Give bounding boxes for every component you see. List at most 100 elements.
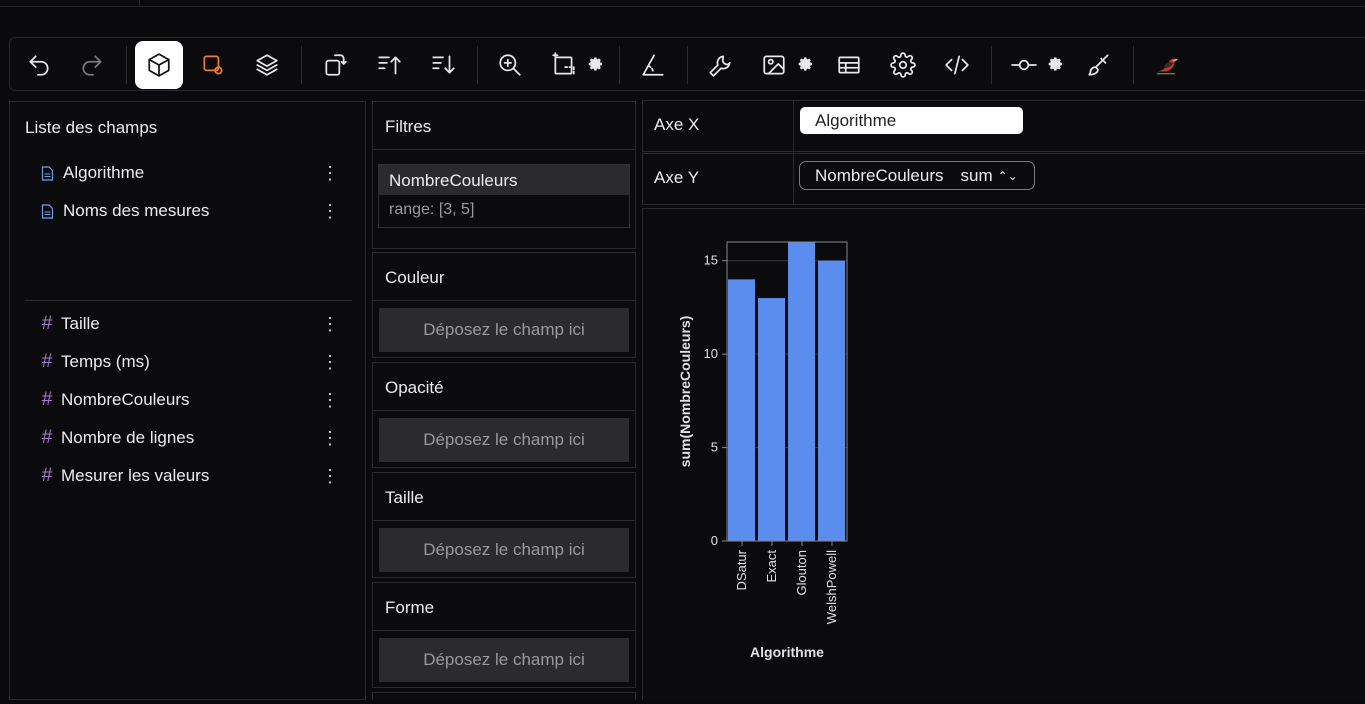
field-item-nombre-de-lignes[interactable]: # Nombre de lignes ⋮ <box>39 425 339 451</box>
layers-icon <box>256 54 278 76</box>
shape-drop-zone[interactable]: Déposez le champ ici <box>379 638 629 682</box>
settings-button[interactable] <box>879 41 927 89</box>
chart-area: 0 5 10 15 DSatur Exact Glouton WelshPowell Algor… <box>642 208 1365 700</box>
field-label: Mesurer les valeurs <box>61 466 210 485</box>
sort-descending-icon <box>432 55 455 74</box>
aggregation-select[interactable]: sum <box>961 166 993 186</box>
y-tick-label: 10 <box>704 346 718 361</box>
axis-button[interactable] <box>629 41 677 89</box>
field-list-panel: Liste des champs Algorithme ⋮ Noms des m… <box>9 101 366 700</box>
code-icon <box>945 55 969 75</box>
image-settings-button[interactable] <box>798 56 814 72</box>
color-drop-zone[interactable]: Déposez le champ ici <box>379 308 629 352</box>
more-options-icon[interactable]: ⋮ <box>321 311 339 337</box>
resize-settings-button[interactable] <box>588 56 604 72</box>
mark-type-button[interactable] <box>135 41 183 89</box>
x-axis-field-pill[interactable]: Algorithme <box>800 107 1023 134</box>
more-options-icon[interactable]: ⋮ <box>321 425 339 451</box>
hash-icon: # <box>41 427 53 448</box>
cube-icon <box>148 53 170 77</box>
brush-icon <box>1088 54 1109 76</box>
code-button[interactable] <box>933 41 981 89</box>
document-icon <box>39 203 55 219</box>
bar-chart: 0 5 10 15 DSatur Exact Glouton WelshPowell Algor… <box>677 241 848 660</box>
x-tick-label: WelshPowell <box>824 550 839 624</box>
brush-button[interactable] <box>1075 41 1123 89</box>
bar <box>728 279 755 541</box>
gear-small-icon <box>588 57 602 71</box>
top-tab-strip <box>0 0 1365 7</box>
more-options-icon[interactable]: ⋮ <box>321 463 339 489</box>
logo-button[interactable] <box>1143 41 1191 89</box>
y-axis-label: Axe Y <box>654 168 700 187</box>
redo-button[interactable] <box>68 41 116 89</box>
table-icon <box>838 56 860 74</box>
resize-icon <box>552 52 575 77</box>
size-title: Taille <box>373 473 635 521</box>
color-section: Couleur Déposez le champ ici <box>372 252 636 358</box>
opacity-title: Opacité <box>373 363 635 411</box>
undo-icon <box>29 55 49 76</box>
y-axis-title: sum(NombreCouleurs) <box>677 316 693 468</box>
field-label: Noms des mesures <box>63 201 210 220</box>
filter-item[interactable]: NombreCouleurs range: [3, 5] <box>378 164 630 228</box>
field-item-noms-des-mesures[interactable]: Noms des mesures ⋮ <box>39 198 339 224</box>
hash-icon: # <box>41 351 53 372</box>
field-list-title: Liste des champs <box>25 118 158 137</box>
field-item-algorithme[interactable]: Algorithme ⋮ <box>39 160 339 186</box>
zoom-button[interactable] <box>486 41 534 89</box>
more-options-icon[interactable]: ⋮ <box>321 349 339 375</box>
more-options-icon[interactable]: ⋮ <box>321 198 339 224</box>
field-item-mesurer-les-valeurs[interactable]: # Mesurer les valeurs ⋮ <box>39 463 339 489</box>
chevron-up-down-icon[interactable]: ⌃⌄ <box>998 169 1018 183</box>
export-image-button[interactable] <box>750 41 798 89</box>
resize-button[interactable] <box>540 41 588 89</box>
x-axis-row: Axe X Algorithme <box>642 100 1365 153</box>
layers-button[interactable] <box>243 41 291 89</box>
image-icon <box>763 55 785 75</box>
x-tick-label: Exact <box>764 550 779 583</box>
commit-settings-button[interactable] <box>1048 56 1064 72</box>
field-divider <box>25 300 352 301</box>
filter-range: range: [3, 5] <box>389 201 475 218</box>
gear-icon <box>890 52 916 78</box>
size-drop-zone[interactable]: Déposez le champ ici <box>379 528 629 572</box>
field-label: NombreCouleurs <box>61 390 190 409</box>
opacity-drop-zone[interactable]: Déposez le champ ici <box>379 418 629 462</box>
x-axis-label: Axe X <box>654 115 700 134</box>
shape-title: Forme <box>373 583 635 631</box>
sort-ascending-button[interactable] <box>365 41 413 89</box>
next-section-edge <box>372 692 636 700</box>
more-options-icon[interactable]: ⋮ <box>321 387 339 413</box>
gear-small-icon <box>798 57 812 71</box>
field-item-taille[interactable]: # Taille ⋮ <box>39 311 339 337</box>
commit-button[interactable] <box>1000 41 1048 89</box>
axis-icon <box>642 54 664 76</box>
field-item-temps[interactable]: # Temps (ms) ⋮ <box>39 349 339 375</box>
table-button[interactable] <box>825 41 873 89</box>
commit-icon <box>1011 59 1037 71</box>
hash-icon: # <box>41 313 53 334</box>
select-shape-button[interactable] <box>189 41 237 89</box>
x-axis-title: Algorithme <box>750 644 824 660</box>
y-field-name: NombreCouleurs <box>815 165 944 185</box>
opacity-section: Opacité Déposez le champ ici <box>372 362 636 468</box>
field-label: Algorithme <box>63 163 145 182</box>
wrench-icon <box>709 55 731 77</box>
wrench-button[interactable] <box>696 41 744 89</box>
y-tick-label: 0 <box>711 533 718 548</box>
field-item-nombrecouleurs[interactable]: # NombreCouleurs ⋮ <box>39 387 339 413</box>
select-shape-icon <box>203 55 223 75</box>
sort-descending-button[interactable] <box>419 41 467 89</box>
document-icon <box>39 165 55 181</box>
sort-ascending-icon <box>378 56 401 75</box>
bar <box>758 298 785 541</box>
field-label: Temps (ms) <box>61 352 150 371</box>
bird-logo-icon <box>1156 58 1178 75</box>
transpose-button[interactable] <box>311 41 359 89</box>
y-axis-field-pill[interactable]: NombreCouleurs sum ⌃⌄ <box>799 161 1035 190</box>
gear-small-icon <box>1048 57 1062 71</box>
undo-button[interactable] <box>15 41 63 89</box>
more-options-icon[interactable]: ⋮ <box>321 160 339 186</box>
filters-title: Filtres <box>373 102 635 150</box>
